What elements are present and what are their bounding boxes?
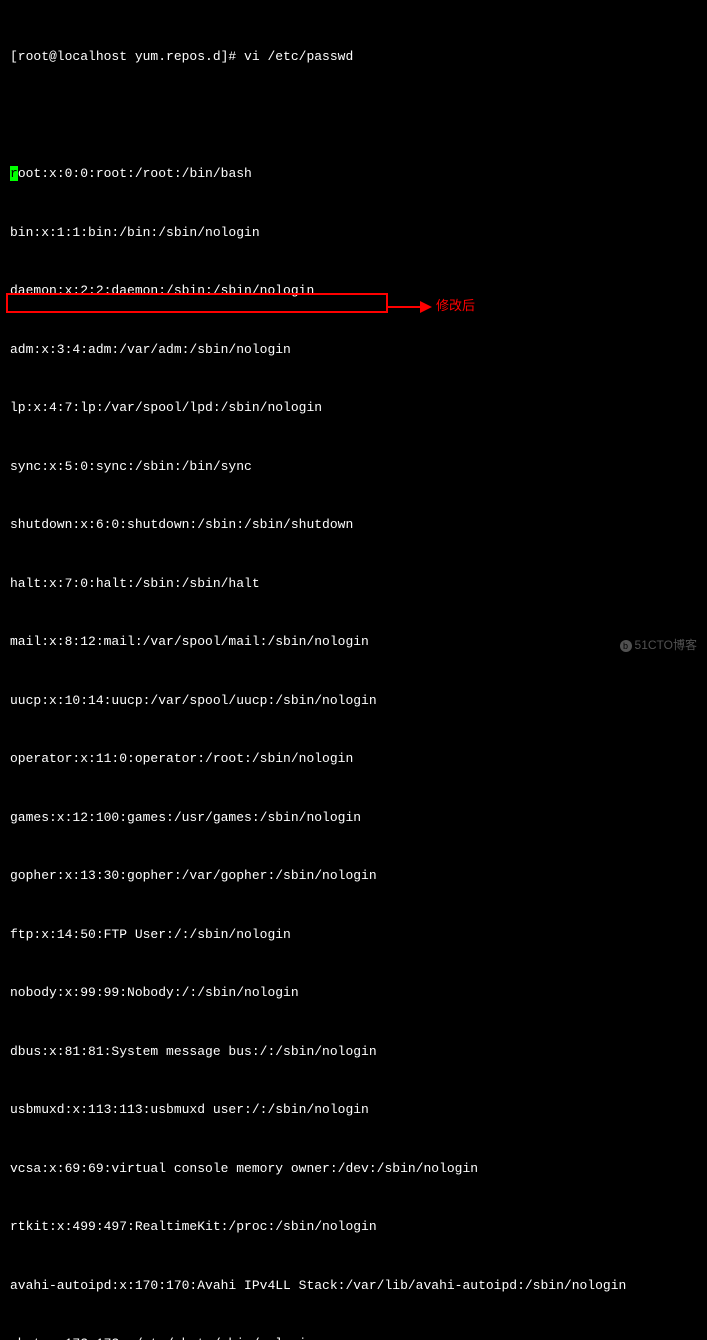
passwd-line: dbus:x:81:81:System message bus:/:/sbin/… <box>10 1042 697 1062</box>
passwd-line: halt:x:7:0:halt:/sbin:/sbin/halt <box>10 574 697 594</box>
watermark: b51CTO博客 <box>620 636 697 654</box>
passwd-line: mail:x:8:12:mail:/var/spool/mail:/sbin/n… <box>10 632 697 652</box>
passwd-line-highlighted: ftp:x:14:50:FTP User:/:/sbin/nologin <box>10 925 697 945</box>
passwd-line: shutdown:x:6:0:shutdown:/sbin:/sbin/shut… <box>10 515 697 535</box>
passwd-line: usbmuxd:x:113:113:usbmuxd user:/:/sbin/n… <box>10 1100 697 1120</box>
passwd-line: games:x:12:100:games:/usr/games:/sbin/no… <box>10 808 697 828</box>
passwd-line: adm:x:3:4:adm:/var/adm:/sbin/nologin <box>10 340 697 360</box>
passwd-line: gopher:x:13:30:gopher:/var/gopher:/sbin/… <box>10 866 697 886</box>
cursor-icon: r <box>10 166 18 181</box>
first-line-rest: oot:x:0:0:root:/root:/bin/bash <box>18 166 252 181</box>
blank-line <box>10 106 697 126</box>
passwd-line: sync:x:5:0:sync:/sbin:/bin/sync <box>10 457 697 477</box>
terminal-output[interactable]: [root@localhost yum.repos.d]# vi /etc/pa… <box>10 8 697 1340</box>
passwd-line: lp:x:4:7:lp:/var/spool/lpd:/sbin/nologin <box>10 398 697 418</box>
passwd-line: daemon:x:2:2:daemon:/sbin:/sbin/nologin <box>10 281 697 301</box>
passwd-line: vcsa:x:69:69:virtual console memory owne… <box>10 1159 697 1179</box>
passwd-line: uucp:x:10:14:uucp:/var/spool/uucp:/sbin/… <box>10 691 697 711</box>
passwd-line: bin:x:1:1:bin:/bin:/sbin/nologin <box>10 223 697 243</box>
watermark-icon: b <box>620 640 632 652</box>
passwd-line: nobody:x:99:99:Nobody:/:/sbin/nologin <box>10 983 697 1003</box>
shell-prompt-line: [root@localhost yum.repos.d]# vi /etc/pa… <box>10 47 697 67</box>
passwd-line: operator:x:11:0:operator:/root:/sbin/nol… <box>10 749 697 769</box>
passwd-line: rtkit:x:499:497:RealtimeKit:/proc:/sbin/… <box>10 1217 697 1237</box>
passwd-line: root:x:0:0:root:/root:/bin/bash <box>10 164 697 184</box>
watermark-text: 51CTO博客 <box>635 638 697 652</box>
passwd-line: avahi-autoipd:x:170:170:Avahi IPv4LL Sta… <box>10 1276 697 1296</box>
passwd-line: abrt:x:173:173::/etc/abrt:/sbin/nologin <box>10 1334 697 1340</box>
